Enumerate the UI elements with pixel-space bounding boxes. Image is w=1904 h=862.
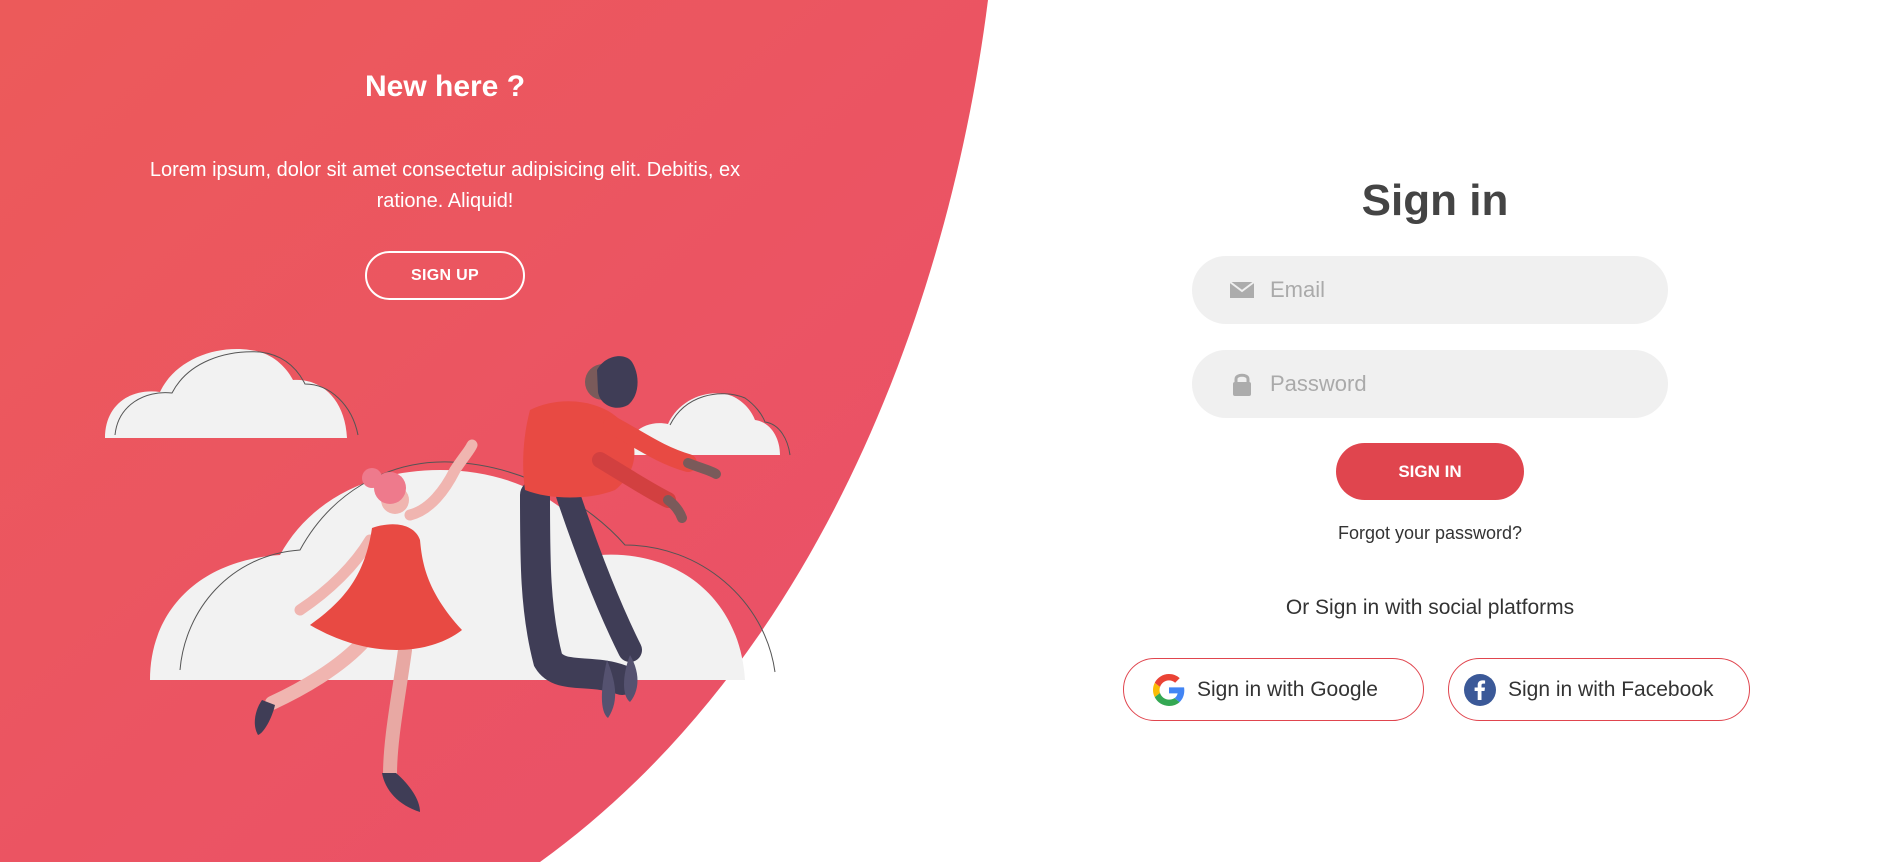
sign-in-form: Sign in SIGN IN Forgot your password? Or… (1000, 0, 1880, 862)
google-button-label: Sign in with Google (1197, 677, 1378, 701)
sign-in-title: Sign in (1361, 176, 1509, 225)
left-panel-description: Lorem ipsum, dolor sit amet consectetur … (149, 159, 741, 212)
forgot-password-link[interactable]: Forgot your password? (1000, 523, 1860, 544)
facebook-sign-in-button[interactable]: Sign in with Facebook (1448, 658, 1750, 721)
email-field-container[interactable] (1192, 256, 1668, 324)
sign-up-button[interactable]: SIGN UP (365, 251, 525, 300)
facebook-icon (1464, 673, 1496, 706)
left-panel-title: New here ? (364, 70, 526, 103)
sign-in-page: New here ? Lorem ipsum, dolor sit amet c… (0, 0, 1904, 862)
password-input[interactable] (1270, 350, 1640, 418)
facebook-button-label: Sign in with Facebook (1508, 677, 1714, 701)
sign-in-button[interactable]: SIGN IN (1336, 443, 1524, 500)
google-sign-in-button[interactable]: Sign in with Google (1123, 658, 1424, 721)
password-field-container[interactable] (1192, 350, 1668, 418)
envelope-icon (1229, 281, 1255, 298)
lock-icon (1233, 373, 1251, 396)
email-input[interactable] (1270, 256, 1640, 324)
google-icon (1153, 673, 1185, 706)
social-platforms-text: Or Sign in with social platforms (1285, 596, 1575, 619)
left-panel: New here ? Lorem ipsum, dolor sit amet c… (0, 0, 900, 862)
